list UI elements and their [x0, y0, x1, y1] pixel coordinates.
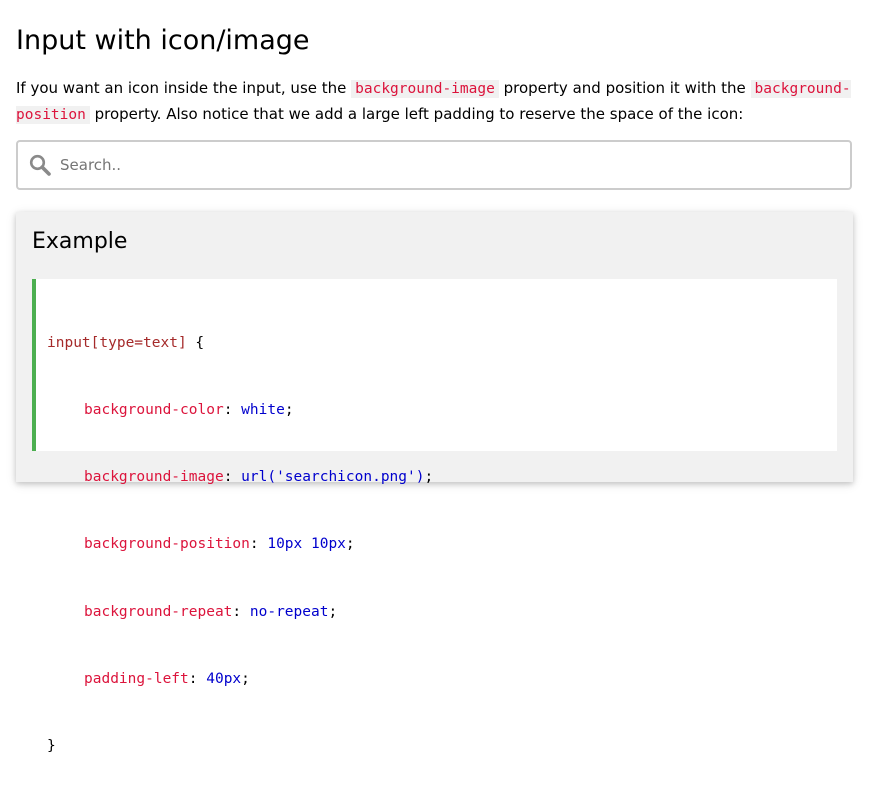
example-panel: Example input[type=text] { background-co…: [16, 212, 853, 754]
code-value: 40px: [206, 670, 242, 687]
code-value: white: [241, 402, 285, 419]
intro-text-3: property. Also notice that we add a larg…: [89, 105, 744, 123]
intro-text-2: property and position it with the: [498, 79, 751, 97]
code-close-brace: }: [47, 738, 56, 755]
search-icon: [29, 154, 51, 176]
example-heading: Example: [32, 229, 128, 254]
code-line: padding-left: 40px;: [84, 670, 250, 687]
code-line-selector: input[type=text] {: [47, 332, 837, 354]
search-box[interactable]: [16, 140, 852, 190]
inline-code-background-image: background-image: [351, 80, 499, 98]
code-open-brace: {: [186, 334, 205, 351]
code-example: input[type=text] { background-color: whi…: [32, 279, 837, 754]
page-title: Input with icon/image: [16, 25, 310, 56]
intro-text-1: If you want an icon inside the input, us…: [16, 79, 352, 97]
code-property: background-position: [84, 536, 250, 553]
code-value: url('searchicon.png'): [241, 469, 425, 486]
code-line: background-color: white;: [84, 402, 294, 419]
code-line-close: }: [47, 735, 837, 757]
code-selector: input[type=text]: [47, 334, 187, 351]
code-property: background-image: [84, 469, 224, 486]
search-input[interactable]: [58, 142, 838, 188]
code-value: no-repeat: [249, 603, 329, 620]
code-value: 10px 10px: [267, 536, 346, 553]
intro-paragraph: If you want an icon inside the input, us…: [16, 76, 856, 128]
code-line: background-repeat: no-repeat;: [84, 603, 338, 620]
code-property: background-repeat: [84, 603, 233, 620]
code-property: background-color: [84, 402, 224, 419]
code-property: padding-left: [84, 670, 189, 687]
code-line: background-position: 10px 10px;: [84, 536, 355, 553]
